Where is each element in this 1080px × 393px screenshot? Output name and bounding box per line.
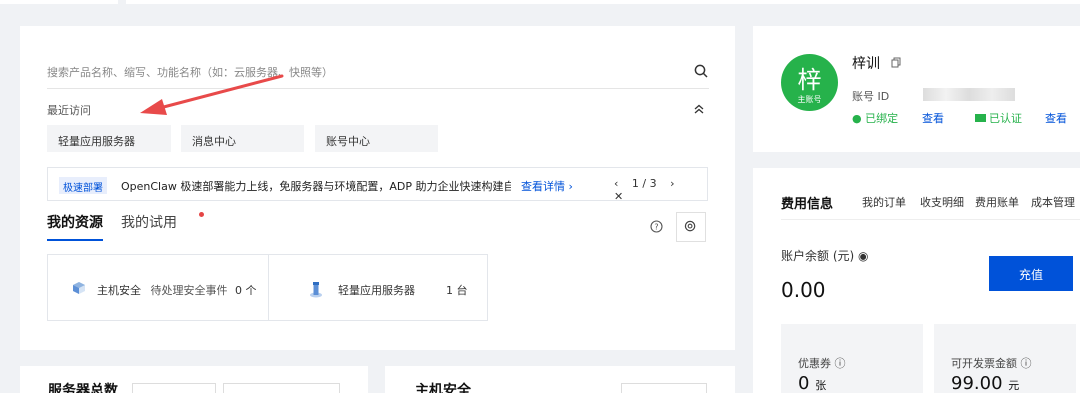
search-icon[interactable] (693, 63, 709, 79)
notification-dot (199, 212, 204, 217)
host-security-icon (73, 282, 85, 294)
link-transactions[interactable]: 收支明细 (920, 194, 964, 210)
avatar-sub: 主账号 (797, 95, 822, 104)
billing-card: 费用信息 我的订单 收支明细 费用账单 成本管理 账户余额 (元) ◉ 0.00… (753, 168, 1080, 393)
resource-summary: 主机安全 待处理安全事件 0 个 轻量应用服务器 1 台 (47, 254, 488, 321)
wechat-status-text: 已绑定 (865, 112, 899, 125)
banner-text[interactable]: OpenClaw 极速部署能力上线，免服务器与环境配置，ADP 助力企业快速构建… (121, 178, 511, 194)
top-tab-strip (0, 0, 1080, 4)
invoice-amount: 99.00 (951, 373, 1003, 393)
avatar[interactable]: 梓 主账号 (781, 54, 838, 111)
resource-detail: 待处理安全事件 (150, 284, 228, 297)
prev-icon[interactable]: ‹ (614, 177, 618, 190)
coupon-value: 0 张 (798, 373, 826, 393)
balance-label: 账户余额 (元) ◉ (781, 247, 869, 264)
link-bills[interactable]: 费用账单 (975, 194, 1019, 210)
tab-my-resources[interactable]: 我的资源 (47, 212, 103, 241)
recent-item-lighthouse[interactable]: 轻量应用服务器 (47, 125, 171, 152)
banner-tag: 极速部署 (59, 177, 107, 194)
invoice-label-text: 可开发票金额 (951, 357, 1017, 370)
recent-item-message-center[interactable]: 消息中心 (181, 125, 304, 152)
help-icon[interactable]: ? (650, 220, 663, 233)
avatar-char: 梓 (797, 66, 822, 94)
invoice-label: 可开发票金额 ⓘ (951, 355, 1032, 371)
billing-title: 费用信息 (781, 197, 834, 212)
banner-page: 1 / 3 (631, 177, 657, 190)
balance-value: 0.00 (781, 278, 826, 302)
verify-status: 已认证 (975, 110, 1022, 126)
recent-visits-title: 最近访问 (47, 104, 91, 117)
announcement-banner: 极速部署 OpenClaw 极速部署能力上线，免服务器与环境配置，ADP 助力企… (47, 167, 708, 203)
link-cost-management[interactable]: 成本管理 (1031, 194, 1075, 210)
search-divider (47, 88, 709, 89)
server-count-card: 服务器总数 (20, 366, 368, 393)
info-icon[interactable]: ⓘ (835, 357, 846, 370)
resource-lighthouse[interactable]: 轻量应用服务器 (338, 282, 415, 298)
wechat-view-link[interactable]: 查看 (922, 110, 944, 126)
profile-card: 梓 主账号 梓训 账号 ID ● 已绑定 查看 已认证 查看 (753, 26, 1080, 152)
lighthouse-icon (310, 282, 322, 298)
coupon-card[interactable]: 优惠券 ⓘ 0 张 (781, 324, 923, 393)
collapse-icon[interactable] (693, 103, 705, 115)
search-placeholder[interactable]: 搜索产品名称、缩写、功能名称（如：云服务器、快照等） (47, 64, 333, 80)
server-count-title: 服务器总数 (48, 383, 118, 393)
filter-box[interactable] (621, 383, 707, 393)
eye-icon[interactable]: ◉ (858, 249, 868, 263)
coupon-unit: 张 (815, 379, 827, 392)
resource-name: 轻量应用服务器 (338, 284, 415, 297)
product-search[interactable]: 搜索产品名称、缩写、功能名称（如：云服务器、快照等） (47, 58, 709, 84)
account-id-masked (923, 88, 1015, 101)
tab-my-trials[interactable]: 我的试用 (121, 212, 177, 232)
balance-label-text: 账户余额 (元) (781, 249, 855, 263)
verify-status-text: 已认证 (989, 112, 1022, 125)
account-id-label: 账号 ID (852, 90, 890, 103)
billing-divider (781, 219, 1080, 220)
copy-icon[interactable] (891, 57, 902, 68)
info-icon[interactable]: ⓘ (1021, 357, 1032, 370)
recent-item-account-center[interactable]: 账号中心 (315, 125, 438, 152)
recharge-button[interactable]: 充值 (989, 256, 1073, 291)
svg-text:?: ? (654, 223, 658, 232)
banner-pager: ‹ 1 / 3 › ✕ (614, 177, 707, 203)
settings-button[interactable] (676, 212, 706, 242)
resource-count: 0 个 (235, 284, 257, 297)
top-tab-rest (126, 0, 1080, 4)
gear-icon (684, 220, 696, 232)
close-icon[interactable]: ✕ (614, 190, 623, 203)
coupon-count: 0 (798, 373, 810, 393)
host-security-title: 主机安全 (415, 383, 471, 393)
next-icon[interactable]: › (670, 177, 674, 190)
filter-box[interactable] (132, 383, 216, 393)
invoice-unit: 元 (1008, 379, 1020, 392)
overview-card: 搜索产品名称、缩写、功能名称（如：云服务器、快照等） 最近访问 轻量应用服务器 … (20, 26, 735, 350)
banner-details-link[interactable]: 查看详情 › (521, 178, 573, 194)
wechat-icon: ● (852, 112, 862, 125)
resource-count[interactable]: 1 台 (446, 282, 468, 298)
invoice-card[interactable]: 可开发票金额 ⓘ 99.00 元 (934, 324, 1076, 393)
filter-box[interactable] (223, 383, 340, 393)
link-my-orders[interactable]: 我的订单 (862, 194, 906, 210)
top-tab[interactable] (0, 0, 118, 4)
account-name: 梓训 (852, 56, 880, 72)
host-security-card: 主机安全 (385, 366, 735, 393)
invoice-value: 99.00 元 (951, 373, 1019, 393)
verify-view-link[interactable]: 查看 (1045, 110, 1067, 126)
coupon-label: 优惠券 ⓘ (798, 355, 846, 371)
coupon-label-text: 优惠券 (798, 357, 831, 370)
resource-divider (268, 255, 269, 320)
resource-name: 主机安全 (97, 284, 141, 297)
resource-host-security[interactable]: 主机安全 待处理安全事件 0 个 (97, 282, 257, 298)
wechat-status: ● 已绑定 (852, 110, 898, 126)
id-card-icon (975, 114, 986, 122)
